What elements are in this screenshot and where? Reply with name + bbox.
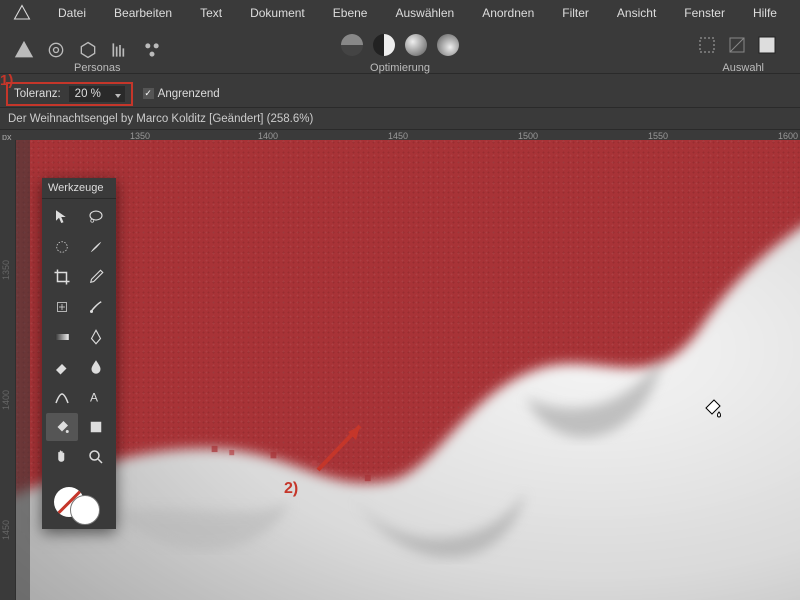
clone-brush-icon[interactable] bbox=[80, 293, 112, 321]
tools-panel-title: Werkzeuge bbox=[42, 178, 116, 199]
paint-brush-icon[interactable] bbox=[80, 233, 112, 261]
annotation-1: 1) bbox=[0, 72, 13, 89]
annotation-2: 2) bbox=[284, 480, 298, 498]
text-tool-icon[interactable]: A bbox=[80, 383, 112, 411]
persona-photo-icon[interactable] bbox=[12, 38, 36, 62]
sel-refine-icon[interactable] bbox=[756, 34, 778, 56]
heal-brush-icon[interactable] bbox=[46, 293, 78, 321]
document-title-bar: Der Weihnachtsengel by Marco Kolditz [Ge… bbox=[0, 108, 800, 130]
blur-tool-icon[interactable] bbox=[80, 353, 112, 381]
menu-auswaehlen[interactable]: Auswählen bbox=[381, 2, 468, 24]
menu-bearbeiten[interactable]: Bearbeiten bbox=[100, 2, 186, 24]
menu-fenster[interactable]: Fenster bbox=[670, 2, 739, 24]
move-tool-icon[interactable] bbox=[46, 203, 78, 231]
eyedropper-icon[interactable] bbox=[80, 263, 112, 291]
crop-tool-icon[interactable] bbox=[46, 263, 78, 291]
menu-datei[interactable]: Datei bbox=[44, 2, 100, 24]
annotation-arrow-icon bbox=[310, 412, 380, 482]
persona-export-icon[interactable] bbox=[140, 38, 164, 62]
eraser-tool-icon[interactable] bbox=[46, 353, 78, 381]
opt-3-icon[interactable] bbox=[405, 34, 427, 56]
canvas-area[interactable] bbox=[16, 140, 800, 600]
color-swatches[interactable] bbox=[42, 475, 116, 529]
hand-tool-icon[interactable] bbox=[46, 443, 78, 471]
flood-fill-tool-icon[interactable] bbox=[46, 413, 78, 441]
check-icon: ✓ bbox=[143, 88, 154, 99]
selection-brush-icon[interactable] bbox=[46, 233, 78, 261]
persona-liquify-icon[interactable] bbox=[44, 38, 68, 62]
tolerance-label: Toleranz: bbox=[14, 88, 61, 100]
opt-4-icon[interactable] bbox=[437, 34, 459, 56]
contiguous-label: Angrenzend bbox=[158, 88, 220, 100]
contiguous-checkbox[interactable]: ✓ Angrenzend bbox=[143, 88, 220, 100]
sel-none-icon[interactable] bbox=[726, 34, 748, 56]
menu-filter[interactable]: Filter bbox=[548, 2, 603, 24]
menu-dokument[interactable]: Dokument bbox=[236, 2, 319, 24]
menu-bar: Datei Bearbeiten Text Dokument Ebene Aus… bbox=[0, 0, 800, 26]
app-logo bbox=[12, 3, 32, 23]
optimize-label: Optimierung bbox=[370, 62, 430, 74]
opt-1-icon[interactable] bbox=[341, 34, 363, 56]
document-title: Der Weihnachtsengel by Marco Kolditz [Ge… bbox=[8, 113, 313, 125]
tools-panel: Werkzeuge A bbox=[42, 178, 116, 529]
opt-2-icon[interactable] bbox=[373, 34, 395, 56]
bucket-cursor-icon bbox=[702, 398, 724, 420]
persona-develop-icon[interactable] bbox=[76, 38, 100, 62]
svg-text:A: A bbox=[90, 391, 98, 405]
persona-tone-icon[interactable] bbox=[108, 38, 132, 62]
personas-label: Personas bbox=[74, 62, 120, 74]
tolerance-control: Toleranz: 20 % bbox=[6, 82, 133, 106]
lasso-tool-icon[interactable] bbox=[80, 203, 112, 231]
menu-hilfe[interactable]: Hilfe bbox=[739, 2, 791, 24]
zoom-tool-icon[interactable] bbox=[80, 443, 112, 471]
image-content bbox=[16, 180, 800, 600]
selection-label: Auswahl bbox=[722, 62, 764, 74]
canvas-margin bbox=[0, 140, 30, 600]
gradient-tool-icon[interactable] bbox=[46, 323, 78, 351]
pen-tool-icon[interactable] bbox=[80, 323, 112, 351]
menu-ansicht[interactable]: Ansicht bbox=[603, 2, 670, 24]
sel-marquee-icon[interactable] bbox=[696, 34, 718, 56]
menu-anordnen[interactable]: Anordnen bbox=[468, 2, 548, 24]
vector-brush-icon[interactable] bbox=[46, 383, 78, 411]
menu-text[interactable]: Text bbox=[186, 2, 236, 24]
shape-tool-icon[interactable] bbox=[80, 413, 112, 441]
menu-ebene[interactable]: Ebene bbox=[319, 2, 382, 24]
tolerance-dropdown[interactable]: 20 % bbox=[69, 86, 125, 102]
persona-toolbar: Personas Optimierung Auswahl bbox=[0, 26, 800, 74]
foreground-swatch-icon[interactable] bbox=[70, 495, 100, 525]
context-bar: Toleranz: 20 % ✓ Angrenzend bbox=[0, 80, 800, 108]
